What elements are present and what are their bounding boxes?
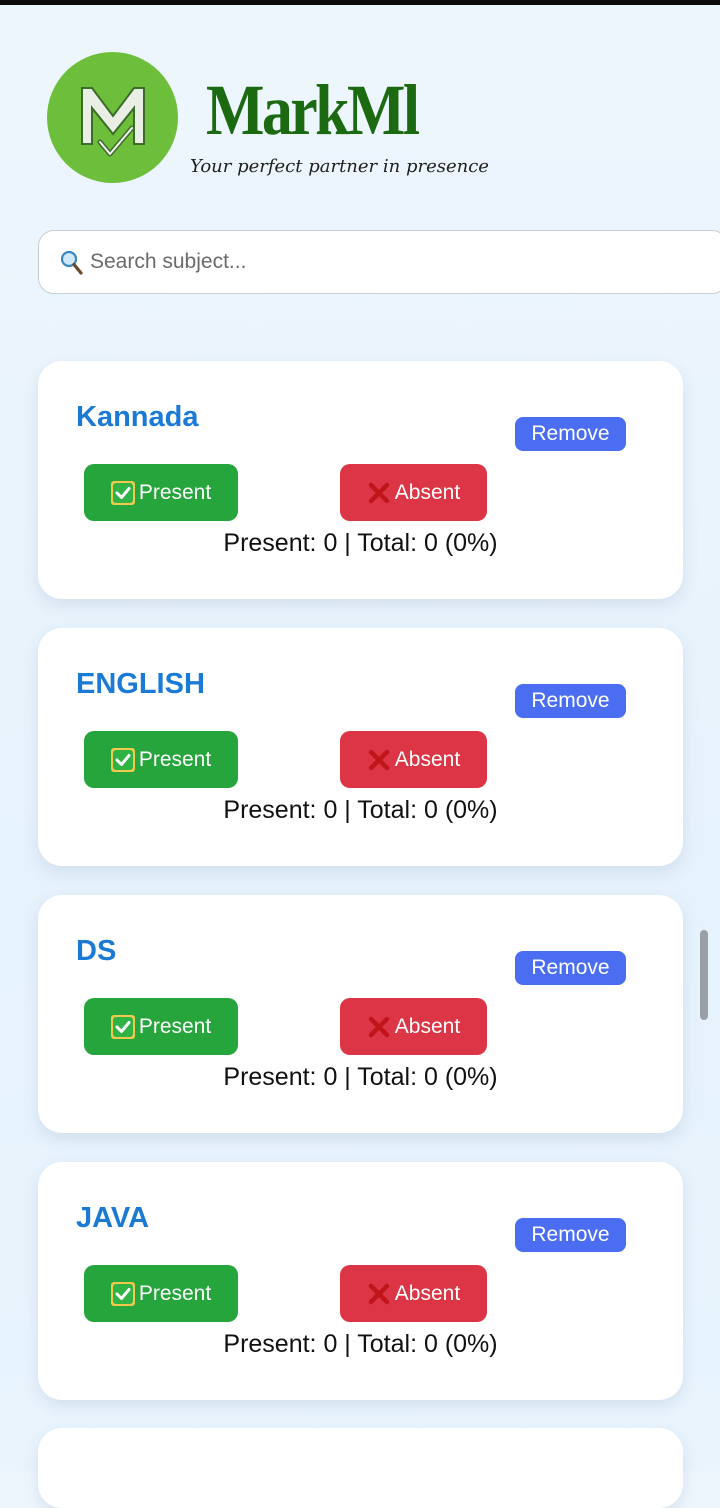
check-mark-icon <box>110 1281 135 1306</box>
absent-label: Absent <box>394 1014 461 1038</box>
subject-card: Kannada Remove Present Absent Present: 0… <box>38 361 683 599</box>
remove-button[interactable]: Remove <box>515 951 626 985</box>
cross-mark-icon <box>367 1282 391 1306</box>
present-button[interactable]: Present <box>84 464 238 521</box>
status-bar <box>0 0 720 5</box>
present-label: Present <box>138 747 212 771</box>
attendance-stats: Present: 0 | Total: 0 (0%) <box>223 796 498 824</box>
remove-button[interactable]: Remove <box>515 1218 626 1252</box>
search-input[interactable] <box>89 231 690 293</box>
subject-card-partial <box>38 1428 683 1508</box>
remove-button[interactable]: Remove <box>515 417 626 451</box>
absent-button[interactable]: Absent <box>340 1265 487 1322</box>
cross-mark-icon <box>367 1015 391 1039</box>
absent-button[interactable]: Absent <box>340 464 487 521</box>
present-button[interactable]: Present <box>84 1265 238 1322</box>
present-button[interactable]: Present <box>84 998 238 1055</box>
absent-label: Absent <box>394 747 461 771</box>
search-icon <box>60 250 83 275</box>
subject-name: JAVA <box>76 1202 150 1234</box>
scrollbar[interactable] <box>700 930 708 1020</box>
logo <box>47 52 178 183</box>
remove-button[interactable]: Remove <box>515 684 626 718</box>
absent-button[interactable]: Absent <box>340 731 487 788</box>
cross-mark-icon <box>367 748 391 772</box>
subject-name: DS <box>76 935 117 967</box>
subject-card: JAVA Remove Present Absent Present: 0 | … <box>38 1162 683 1400</box>
logo-mark-icon <box>81 87 145 157</box>
present-button[interactable]: Present <box>84 731 238 788</box>
app-tagline: Your perfect partner in presence <box>190 156 489 177</box>
absent-button[interactable]: Absent <box>340 998 487 1055</box>
cross-mark-icon <box>367 481 391 505</box>
subject-card: ENGLISH Remove Present Absent Present: 0… <box>38 628 683 866</box>
check-mark-icon <box>110 1014 135 1039</box>
subject-name: ENGLISH <box>76 668 205 700</box>
check-mark-icon <box>110 747 135 772</box>
subject-card: DS Remove Present Absent Present: 0 | To… <box>38 895 683 1133</box>
check-mark-icon <box>110 480 135 505</box>
attendance-stats: Present: 0 | Total: 0 (0%) <box>223 529 498 557</box>
attendance-stats: Present: 0 | Total: 0 (0%) <box>223 1063 498 1091</box>
app-title: MarkMl <box>206 70 420 150</box>
attendance-stats: Present: 0 | Total: 0 (0%) <box>223 1330 498 1358</box>
present-label: Present <box>138 480 212 504</box>
absent-label: Absent <box>394 480 461 504</box>
present-label: Present <box>138 1281 212 1305</box>
absent-label: Absent <box>394 1281 461 1305</box>
present-label: Present <box>138 1014 212 1038</box>
subject-name: Kannada <box>76 401 199 433</box>
search-bar[interactable] <box>38 230 720 294</box>
